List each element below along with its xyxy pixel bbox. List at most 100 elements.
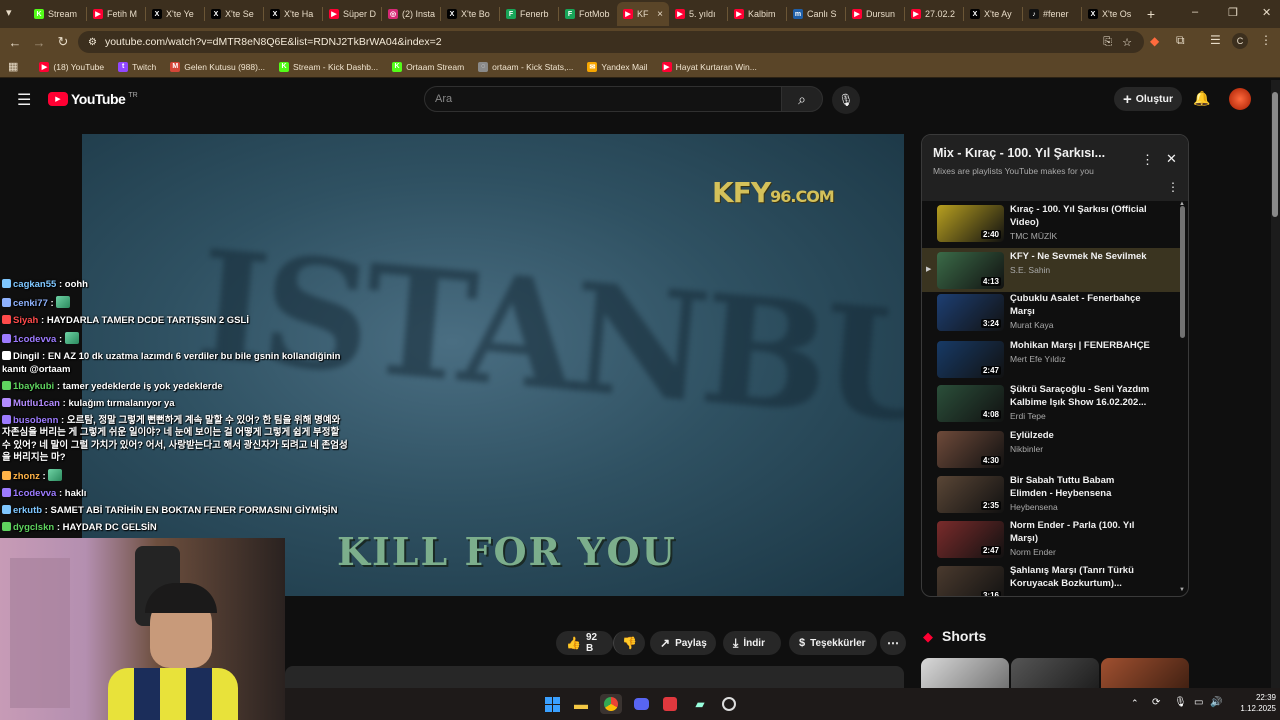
browser-menu-icon[interactable]: ⋮ — [1260, 33, 1272, 47]
minimize-button[interactable]: – — [1192, 6, 1198, 18]
more-actions-button[interactable]: ⋯ — [880, 631, 906, 655]
video-watermark-logo: KFY96.COM — [712, 176, 835, 209]
bookmark-favicon-icon: K — [279, 61, 290, 72]
playlist-item[interactable]: 2:47 Mohikan Marşı | FENERBAHÇE Mert Efe Y… — [922, 337, 1180, 381]
chat-username: cagkan55 — [13, 279, 57, 290]
playlist-item[interactable]: 2:35 Bir Sabah Tuttu Babam Elimden - Heyb… — [922, 472, 1180, 516]
playlist-menu-icon[interactable]: ⋮ — [1141, 152, 1154, 168]
hamburger-menu-icon[interactable]: ☰ — [17, 90, 31, 110]
tray-overflow-icon[interactable]: ⌃ — [1131, 698, 1139, 709]
browser-tab[interactable]: K Stream — [28, 2, 86, 26]
browser-tab[interactable]: m Canlı S — [787, 2, 845, 26]
tray-app-icon[interactable] — [718, 694, 740, 714]
voice-search-button[interactable]: 🎙 — [832, 86, 860, 114]
description-box[interactable] — [285, 666, 904, 688]
tray-mic-icon[interactable]: 🎙 — [1174, 697, 1187, 708]
site-info-icon[interactable]: ⚙ — [88, 37, 97, 48]
page-scrollbar-thumb[interactable] — [1272, 92, 1278, 217]
discord-icon[interactable] — [630, 694, 652, 714]
bookmark-item[interactable]: ▶ Hayat Kurtaran Win... — [655, 61, 764, 72]
search-button[interactable]: ⌕ — [781, 86, 823, 112]
browser-tab[interactable]: ▶ Fetih M — [87, 2, 145, 26]
video-duration: 2:47 — [980, 366, 1001, 375]
reload-icon[interactable]: ↻ — [51, 30, 75, 54]
playlist-close-icon[interactable]: ✕ — [1166, 151, 1177, 167]
bookmark-item[interactable]: ◌ ortaam - Kick Stats,... — [471, 61, 580, 72]
tab-search-icon[interactable]: ▾ — [6, 6, 12, 19]
playlist-item[interactable]: ▶ 4:13 KFY - Ne Sevmek Ne Sevilmek S.E. Sah… — [922, 248, 1180, 292]
browser-tab[interactable]: ▶ 5. yıldı — [669, 2, 727, 26]
reading-list-icon[interactable]: ☰ — [1210, 33, 1221, 47]
tray-sync-icon[interactable]: ⟳ — [1152, 697, 1160, 708]
browser-tab[interactable]: ♪ #fener — [1023, 2, 1081, 26]
notifications-bell-icon[interactable]: 🔔 — [1193, 90, 1210, 107]
youtube-logo[interactable]: ▶ YouTube TR — [48, 91, 138, 107]
tiktok-icon: ♪ — [1029, 9, 1039, 19]
tray-display-icon[interactable]: ▭ — [1194, 697, 1203, 708]
browser-tab[interactable]: ▶ Dursun — [846, 2, 904, 26]
profile-avatar[interactable]: C — [1232, 33, 1248, 49]
bookmark-item[interactable]: ✉ Yandex Mail — [580, 61, 654, 72]
taskbar-clock[interactable]: 22:39 1.12.2025 — [1226, 692, 1276, 714]
browser-tab[interactable]: ▶ Süper D — [323, 2, 381, 26]
playlist-item[interactable]: 4:30 Eylülzede Nikbinler — [922, 427, 1180, 471]
playlist-options-icon[interactable]: ⋮ — [1167, 180, 1179, 194]
chrome-icon[interactable] — [600, 694, 622, 714]
playlist-item[interactable]: 2:40 Kıraç - 100. Yıl Şarkısı (Official V… — [922, 201, 1180, 245]
new-tab-button[interactable]: + — [1140, 6, 1162, 22]
create-button[interactable]: + Oluştur — [1114, 87, 1182, 111]
browser-tab[interactable]: X X'te Ay — [964, 2, 1022, 26]
bookmark-star-icon[interactable]: ☆ — [1122, 36, 1132, 49]
apps-grid-icon[interactable]: ▦ — [8, 60, 18, 73]
thanks-button[interactable]: $ Teşekkürler — [789, 631, 877, 655]
extensions-puzzle-icon[interactable]: ⧉ — [1176, 33, 1185, 48]
browser-tab[interactable]: ▶ Kalbim — [728, 2, 786, 26]
playlist-scroll-down-icon[interactable]: ▼ — [1179, 587, 1185, 593]
bookmark-item[interactable]: ▶ (18) YouTube — [32, 61, 111, 72]
browser-tab[interactable]: ◎ (2) Insta — [382, 2, 440, 26]
bookmark-item[interactable]: K Ortaam Stream — [385, 61, 471, 72]
bookmark-item[interactable]: M Gelen Kutusu (988)... — [163, 61, 272, 72]
browser-tab[interactable]: F Fenerb — [500, 2, 558, 26]
browser-tab[interactable]: ▶ KF × — [617, 2, 669, 26]
playlist-item[interactable]: 4:08 Şükrü Saraçoğlu - Seni Yazdım Kalbim… — [922, 381, 1180, 425]
browser-tab[interactable]: X X'te Ha — [264, 2, 322, 26]
playlist-item[interactable]: 2:47 Norm Ender - Parla (100. Yıl Marşı) N… — [922, 517, 1180, 561]
account-avatar[interactable] — [1229, 88, 1251, 110]
restore-button[interactable]: ❐ — [1228, 6, 1238, 19]
bookmark-item[interactable]: K Stream - Kick Dashb... — [272, 61, 385, 72]
like-button[interactable]: 👍 92 B — [556, 631, 613, 655]
forward-icon[interactable]: → — [27, 30, 51, 54]
browser-tab[interactable]: X X'te Os — [1082, 2, 1140, 26]
video-duration: 4:08 — [980, 410, 1001, 419]
file-explorer-icon[interactable]: ▬ — [570, 694, 592, 714]
game-app-icon[interactable] — [659, 694, 681, 714]
browser-tab[interactable]: X X'te Se — [205, 2, 263, 26]
playlist-scrollbar[interactable] — [1180, 206, 1185, 338]
obs-app-icon[interactable]: ▰ — [689, 694, 711, 714]
playlist-scroll-up-icon[interactable]: ▲ — [1179, 201, 1185, 207]
bookmark-item[interactable]: t Twitch — [111, 61, 163, 72]
address-bar[interactable]: ⚙ youtube.com/watch?v=dMTR8eN8Q6E&list=R… — [78, 31, 1144, 53]
video-duration: 4:30 — [980, 456, 1001, 465]
playlist-item[interactable]: 3:16 Şahlanış Marşı (Tanrı Türkü Koruyaca… — [922, 562, 1180, 596]
share-button[interactable]: ↗ Paylaş — [650, 631, 716, 655]
install-app-icon[interactable]: ⎘ — [1103, 36, 1112, 49]
search-input[interactable]: Ara — [424, 86, 782, 112]
close-tab-icon[interactable]: × — [657, 9, 663, 20]
playlist-item[interactable]: 3:24 Çubuklu Asalet - Fenerbahçe Marşı Mur… — [922, 290, 1180, 334]
download-button[interactable]: ⤓ İndir — [723, 631, 781, 655]
dislike-button[interactable]: 👎 — [613, 631, 645, 655]
extension-icon[interactable]: ◆ — [1150, 34, 1159, 48]
browser-tab[interactable]: X X'te Bo — [441, 2, 499, 26]
back-icon[interactable]: ← — [3, 30, 27, 54]
playlist-item-channel: Murat Kaya — [1010, 320, 1054, 330]
browser-tab[interactable]: ▶ 27.02.2 — [905, 2, 963, 26]
tray-volume-icon[interactable]: 🔊 — [1210, 697, 1222, 708]
close-window-button[interactable]: ✕ — [1262, 6, 1271, 19]
browser-tab[interactable]: F FotMob — [559, 2, 617, 26]
tab-label: X'te Ye — [166, 9, 194, 19]
fotmob-icon: F — [506, 9, 516, 19]
windows-start-icon[interactable] — [541, 694, 563, 714]
browser-tab[interactable]: X X'te Ye — [146, 2, 204, 26]
